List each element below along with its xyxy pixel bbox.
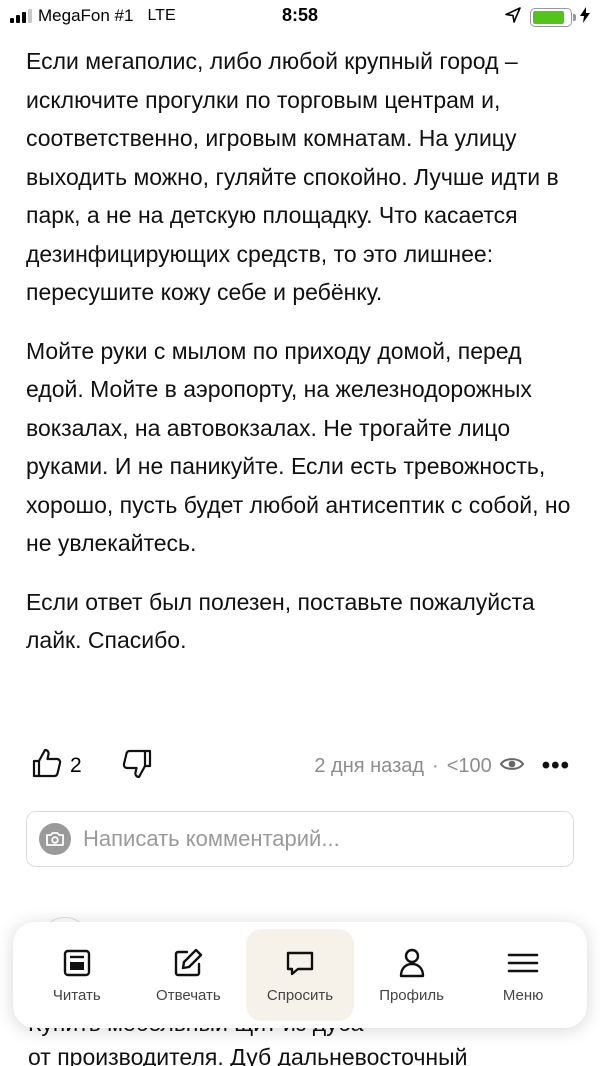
answer-paragraph: Если ответ был полезен, поставьте пожалу… [26,588,535,654]
status-bar-right [504,6,590,29]
nav-menu[interactable]: Меню [469,929,577,1021]
more-options-icon[interactable]: ••• [542,752,570,780]
nav-label: Меню [502,986,544,1004]
nav-label: Отвечать [156,986,221,1004]
comment-placeholder: Написать комментарий... [83,826,340,851]
answer-time: 2 дня назад [314,754,425,777]
camera-icon[interactable] [39,823,71,855]
dislike-button[interactable] [120,747,154,786]
location-arrow-icon [504,6,522,29]
status-bar: MegaFon #1 LTE 8:58 [0,0,600,34]
like-button[interactable]: 2 [30,746,82,786]
nav-read[interactable]: Читать [23,929,131,1021]
menu-icon [506,947,540,979]
read-icon [61,947,93,979]
answer-paragraph: Мойте руки с мылом по приходу домой, пер… [26,337,571,557]
battery-icon [530,8,576,27]
charging-bolt-icon [580,7,590,28]
edit-icon [172,947,204,979]
nav-answer[interactable]: Отвечать [134,929,242,1021]
answer-actions: 2 2 дня назад · <100 ••• [30,744,570,788]
nav-profile[interactable]: Профиль [358,929,466,1021]
thumbs-down-icon [120,747,154,786]
bottom-navigation: Читать Отвечать Спросить Профиль Меню [13,922,587,1028]
views-count: <100 [446,754,492,777]
nav-label: Спросить [266,986,334,1004]
eye-icon [499,755,524,778]
nav-ask[interactable]: Спросить [245,929,354,1021]
answer-paragraph: Если мегаполис, либо любой крупный город… [26,48,559,305]
answer-meta: 2 дня назад · <100 [314,754,524,778]
nav-label: Профиль [379,986,444,1004]
battery-level [533,11,564,24]
profile-icon [396,947,428,979]
thumbs-up-icon [30,746,64,786]
nav-label: Читать [52,986,101,1004]
next-answer-text: от производителя. Дуб дальневосточный [28,1044,468,1066]
chat-bubble-icon [284,947,316,979]
meta-separator: · [432,754,439,777]
comment-input[interactable]: Написать комментарий... [26,811,574,867]
answer-text: Если мегаполис, либо любой крупный город… [26,42,574,660]
like-count: 2 [70,754,82,777]
